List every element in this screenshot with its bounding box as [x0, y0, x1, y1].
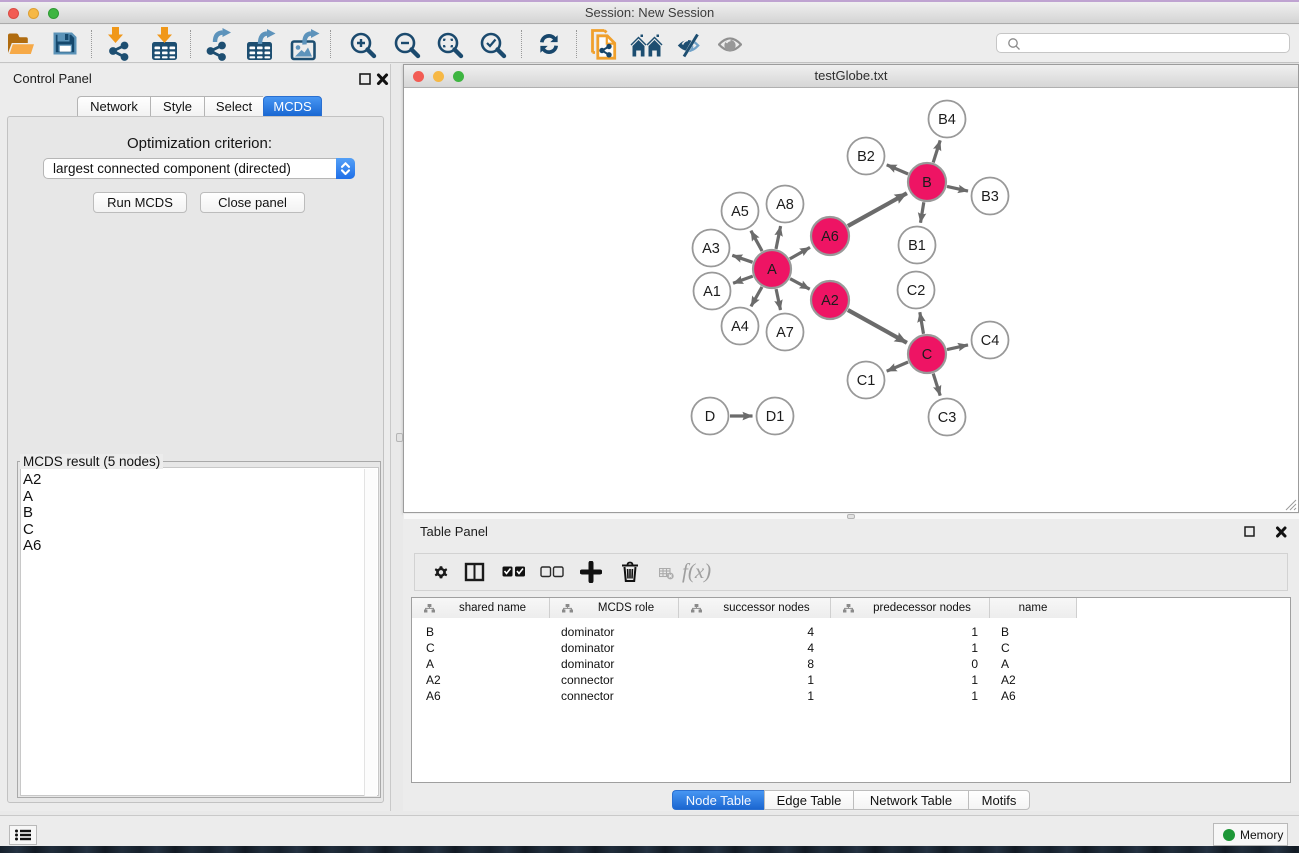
svg-text:B3: B3	[981, 189, 999, 205]
svg-text:B4: B4	[938, 112, 956, 128]
svg-text:D1: D1	[766, 409, 785, 425]
svg-text:C1: C1	[857, 373, 876, 389]
svg-text:B: B	[922, 175, 932, 191]
svg-text:C4: C4	[981, 333, 1000, 349]
svg-text:C2: C2	[907, 283, 926, 299]
svg-text:B1: B1	[908, 238, 926, 254]
svg-text:C3: C3	[938, 410, 957, 426]
svg-text:A1: A1	[703, 284, 721, 300]
svg-text:A4: A4	[731, 319, 749, 335]
svg-text:A2: A2	[821, 293, 839, 309]
svg-text:C: C	[922, 347, 932, 363]
svg-text:A3: A3	[702, 241, 720, 257]
svg-text:D: D	[705, 409, 715, 425]
svg-text:A6: A6	[821, 229, 839, 245]
svg-text:A7: A7	[776, 325, 794, 341]
svg-text:A8: A8	[776, 197, 794, 213]
svg-text:A: A	[767, 262, 777, 278]
svg-text:B2: B2	[857, 149, 875, 165]
svg-text:A5: A5	[731, 204, 749, 220]
